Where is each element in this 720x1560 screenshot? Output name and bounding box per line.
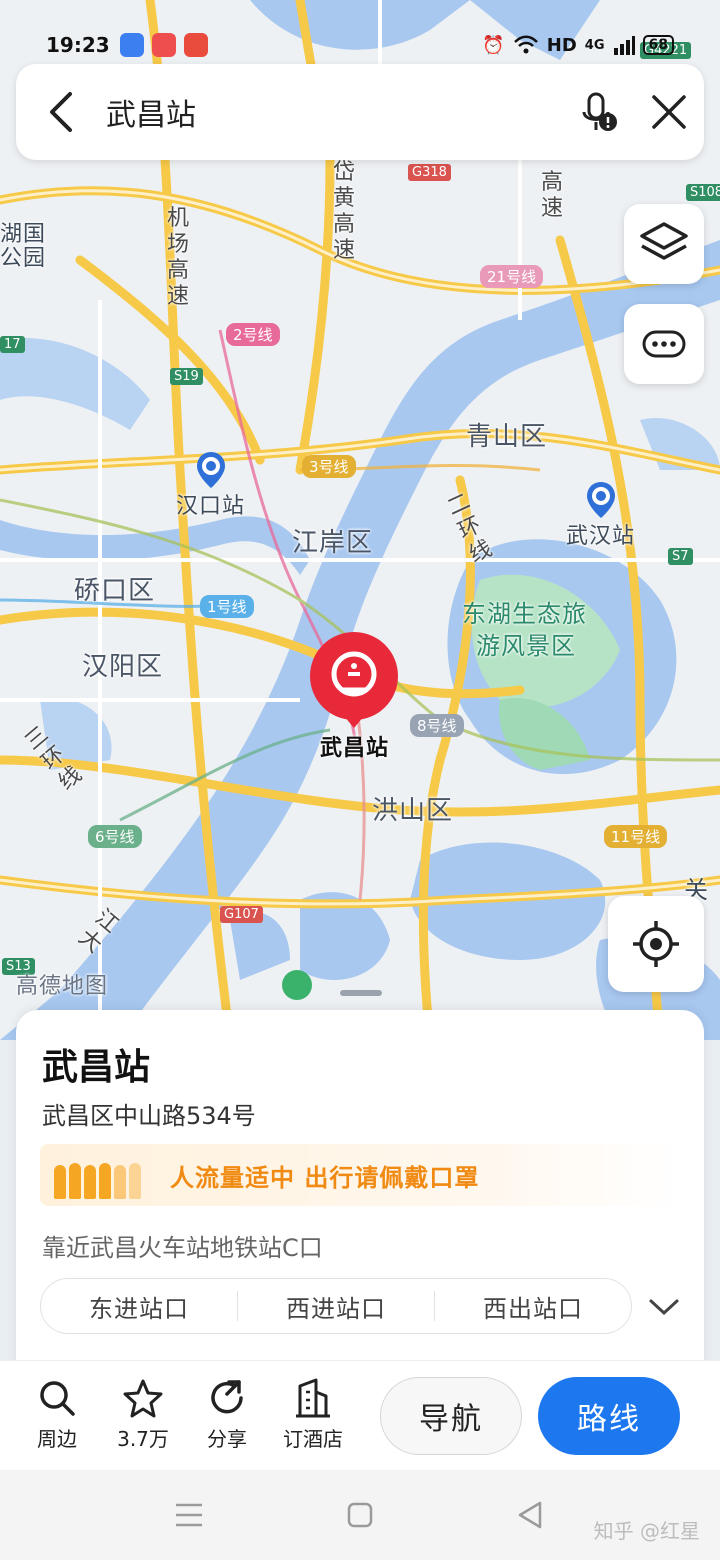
entrance-chip[interactable]: 西出站口 (435, 1289, 631, 1324)
nearby-metro-text: 靠近武昌火车站地铁站C口 (42, 1234, 323, 1262)
road-label-daihuang: 岱黄高速 (332, 160, 355, 263)
park-poi[interactable] (282, 970, 312, 1000)
metro-badge-3: 3号线 (302, 455, 356, 478)
expand-entrances-button[interactable] (644, 1292, 684, 1322)
network-type: HD (546, 34, 577, 56)
layers-icon (640, 222, 688, 260)
watermark: 知乎 @红星 (593, 1519, 700, 1543)
place-name: 武昌站 (42, 1047, 151, 1088)
selected-poi-label: 武昌站 (320, 736, 390, 761)
nearby-label: 周边 (37, 1427, 77, 1451)
metro-badge-8: 8号线 (410, 714, 464, 737)
notification-app-icon (119, 33, 144, 57)
alarm-icon: ⏰ (482, 34, 505, 56)
back-button[interactable] (16, 64, 106, 160)
district-label-jiangan: 江岸区 (292, 528, 374, 558)
share-icon (211, 1380, 243, 1414)
signal-type: 4G (584, 37, 605, 53)
status-time: 19:23 (46, 33, 110, 57)
district-label-qiaokou: 硚口区 (74, 576, 156, 606)
voice-search-button[interactable] (564, 64, 634, 160)
status-bar: 19:23 ⏰ HD 4G 68 (46, 30, 674, 60)
hotel-icon (296, 1378, 330, 1418)
notification-app-icon (151, 33, 176, 57)
search-icon (40, 1381, 75, 1416)
back-arrow-icon (50, 92, 72, 132)
metro-badge-6: 6号线 (88, 825, 142, 848)
clear-search-button[interactable] (634, 64, 704, 160)
wifi-icon (513, 35, 538, 54)
crowd-people-icon (54, 1151, 164, 1199)
highway-badge-17: 17 (0, 336, 25, 353)
highway-badge-s7: S7 (668, 548, 693, 565)
park-label-line2: 公园 (0, 246, 47, 271)
station-label-wuhan: 武汉站 (566, 524, 636, 549)
menu-icon[interactable] (174, 1502, 204, 1528)
entrance-chips: 东进站口 西进站口 西出站口 (40, 1278, 632, 1334)
district-label-hongshan: 洪山区 (372, 796, 454, 826)
highway-badge-s19: S19 (170, 368, 203, 385)
share-label: 分享 (207, 1427, 247, 1451)
highway-badge-g318: G318 (408, 164, 451, 181)
highway-badge-s108: S108 (686, 184, 720, 201)
microphone-icon (582, 92, 617, 131)
nearby-button[interactable]: 周边 (14, 1377, 100, 1452)
back-triangle-icon[interactable] (516, 1500, 544, 1530)
road-label-highway: 高速 (540, 170, 563, 221)
crowd-notice-banner[interactable]: 人流量适中 出行请佩戴口罩 (40, 1144, 680, 1206)
map-logo: 高德地图 (16, 974, 109, 999)
action-bar: 周边 3.7万 分享 订酒店 导航 路线 (0, 1360, 720, 1470)
navigate-button[interactable]: 导航 (380, 1377, 522, 1455)
selected-poi-marker[interactable]: 武昌站 (308, 630, 400, 761)
chevron-down-icon (649, 1299, 679, 1316)
district-label-qingshan: 青山区 (466, 422, 548, 452)
highway-badge-g107: G107 (220, 906, 263, 923)
scenic-label-line2: 游风景区 (476, 632, 576, 660)
metro-badge-21: 21号线 (480, 265, 544, 288)
search-query[interactable]: 武昌站 (106, 90, 564, 134)
close-icon (652, 95, 686, 129)
locate-icon (633, 921, 679, 967)
layers-button[interactable] (624, 204, 704, 284)
scenic-label-line1: 东湖生态旅 (462, 600, 587, 628)
sheet-drag-handle[interactable] (340, 990, 382, 996)
road-label-airport: 机场高速 (166, 206, 189, 309)
station-label-hankou: 汉口站 (176, 494, 246, 519)
district-label-hanyang: 汉阳区 (82, 652, 164, 682)
hotel-label: 订酒店 (283, 1427, 343, 1451)
crowd-notice-text: 人流量适中 出行请佩戴口罩 (170, 1163, 480, 1192)
metro-badge-1: 1号线 (200, 595, 254, 618)
place-detail-card[interactable]: 武昌站 武昌区中山路534号 人流量适中 出行请佩戴口罩 靠近武昌火车站地铁站C… (16, 1010, 704, 1370)
share-button[interactable]: 分享 (184, 1377, 270, 1452)
favorite-button[interactable]: 3.7万 (100, 1377, 186, 1452)
notification-app-icon (183, 33, 208, 57)
entrance-chip[interactable]: 西进站口 (238, 1289, 434, 1324)
railway-station-icon (587, 482, 615, 518)
star-icon (123, 1379, 163, 1418)
entrance-chip[interactable]: 东进站口 (41, 1289, 237, 1324)
railway-station-icon (197, 452, 225, 488)
place-address: 武昌区中山路534号 (42, 1102, 256, 1130)
map-pin-icon (310, 632, 398, 728)
signal-icon (613, 36, 635, 55)
more-icon (642, 330, 686, 358)
battery-indicator: 68 (642, 35, 674, 55)
favorite-count: 3.7万 (117, 1427, 169, 1451)
book-hotel-button[interactable]: 订酒店 (270, 1377, 356, 1452)
route-button[interactable]: 路线 (538, 1377, 680, 1455)
home-icon[interactable] (346, 1501, 374, 1529)
locate-me-button[interactable] (608, 896, 704, 992)
search-bar[interactable]: 武昌站 (16, 64, 704, 160)
more-options-button[interactable] (624, 304, 704, 384)
metro-badge-2: 2号线 (226, 323, 280, 346)
metro-badge-11: 11号线 (604, 825, 668, 848)
